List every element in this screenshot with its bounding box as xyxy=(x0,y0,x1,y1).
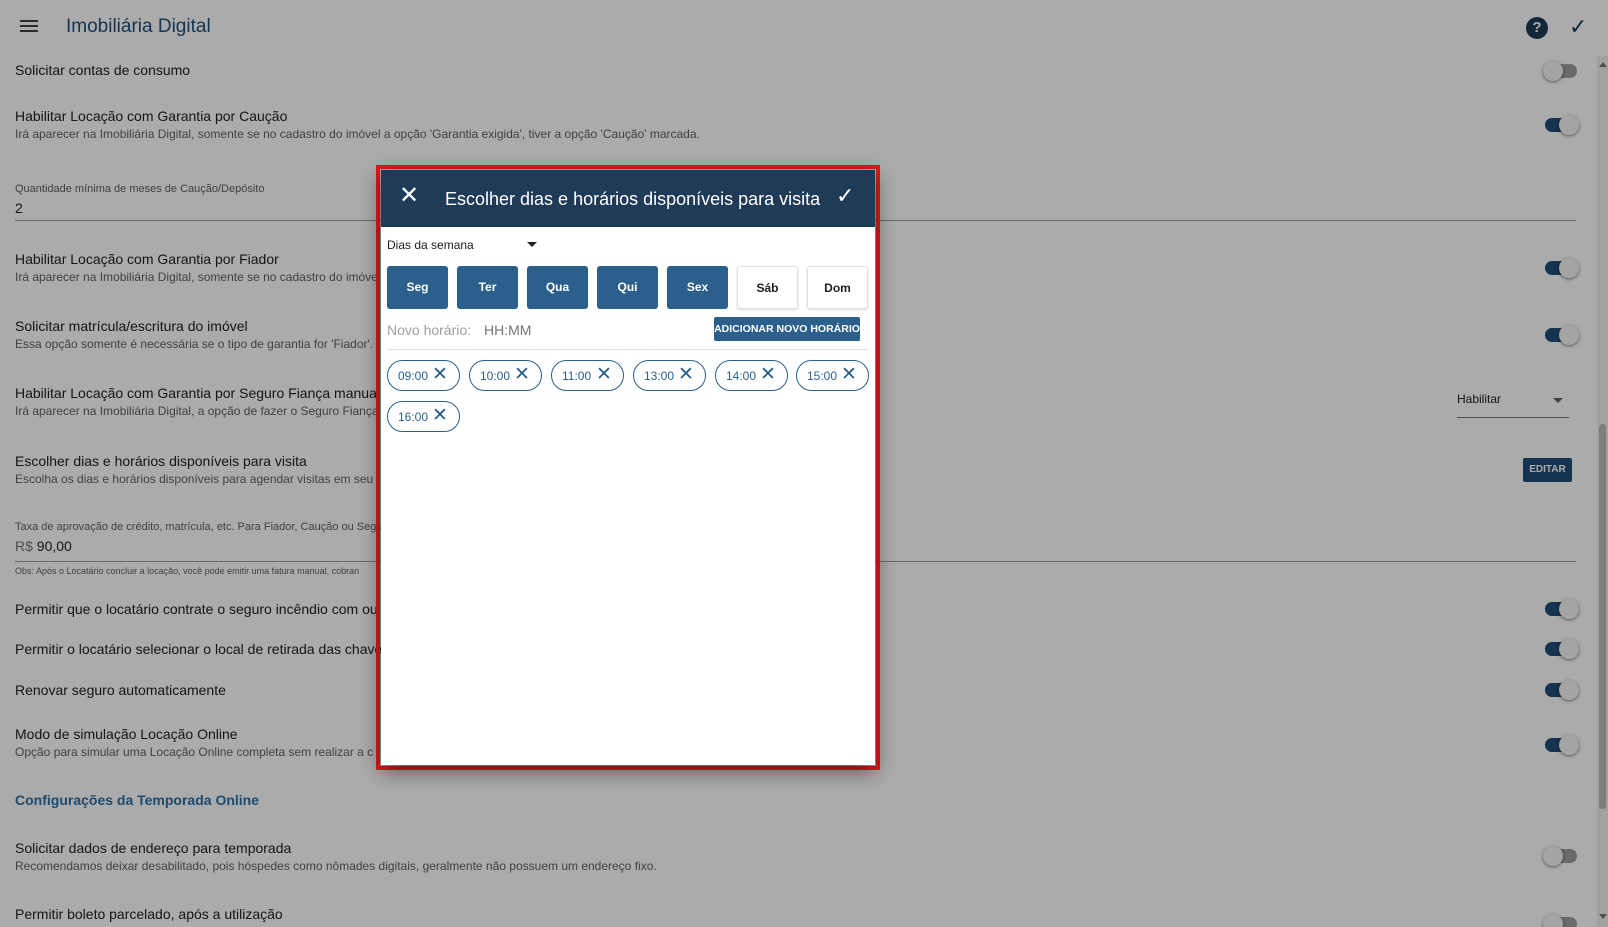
time-chip: 15:00 ✕ xyxy=(796,360,869,391)
close-icon[interactable]: ✕ xyxy=(760,365,776,385)
close-icon[interactable]: ✕ xyxy=(596,365,612,385)
time-chip-label: 13:00 xyxy=(644,369,675,383)
close-icon[interactable]: ✕ xyxy=(399,184,419,208)
close-icon[interactable]: ✕ xyxy=(841,365,857,385)
caret-down-icon xyxy=(527,242,537,247)
time-chip-label: 11:00 xyxy=(562,369,592,383)
close-icon[interactable]: ✕ xyxy=(432,406,448,426)
dialog-title: Escolher dias e horários disponíveis par… xyxy=(445,189,821,209)
time-chip: 11:00 ✕ xyxy=(551,360,624,391)
time-chip-label: 10:00 xyxy=(480,369,511,383)
time-chip-label: 14:00 xyxy=(726,369,757,383)
days-of-week-select[interactable]: Dias da semana xyxy=(387,238,537,252)
days-select-label: Dias da semana xyxy=(387,238,474,252)
time-chip-label: 16:00 xyxy=(398,410,429,424)
close-icon[interactable]: ✕ xyxy=(678,365,694,385)
day-button-ter[interactable]: Ter xyxy=(457,266,518,309)
time-chip-label: 15:00 xyxy=(807,369,838,383)
visit-schedule-dialog: ✕ Escolher dias e horários disponíveis p… xyxy=(381,170,875,765)
day-button-qui[interactable]: Qui xyxy=(597,266,658,309)
day-button-qua[interactable]: Qua xyxy=(527,266,588,309)
time-chip-label: 09:00 xyxy=(398,369,429,383)
dialog-header: ✕ Escolher dias e horários disponíveis p… xyxy=(381,170,875,227)
check-icon[interactable]: ✓ xyxy=(836,185,854,207)
time-chip: 16:00 ✕ xyxy=(387,401,460,432)
input-underline xyxy=(387,349,868,350)
day-button-seg[interactable]: Seg xyxy=(387,266,448,309)
day-button-sab[interactable]: Sáb xyxy=(737,266,798,309)
day-button-dom[interactable]: Dom xyxy=(807,266,868,309)
new-time-label: Novo horário: xyxy=(387,322,472,338)
time-chip: 09:00 ✕ xyxy=(387,360,460,391)
time-chip: 10:00 ✕ xyxy=(469,360,542,391)
time-chip: 14:00 ✕ xyxy=(715,360,788,391)
day-button-sex[interactable]: Sex xyxy=(667,266,728,309)
new-time-input[interactable] xyxy=(484,322,574,338)
time-chip: 13:00 ✕ xyxy=(633,360,706,391)
close-icon[interactable]: ✕ xyxy=(432,365,448,385)
add-time-button[interactable]: ADICIONAR NOVO HORÁRIO xyxy=(714,317,860,341)
close-icon[interactable]: ✕ xyxy=(514,365,530,385)
